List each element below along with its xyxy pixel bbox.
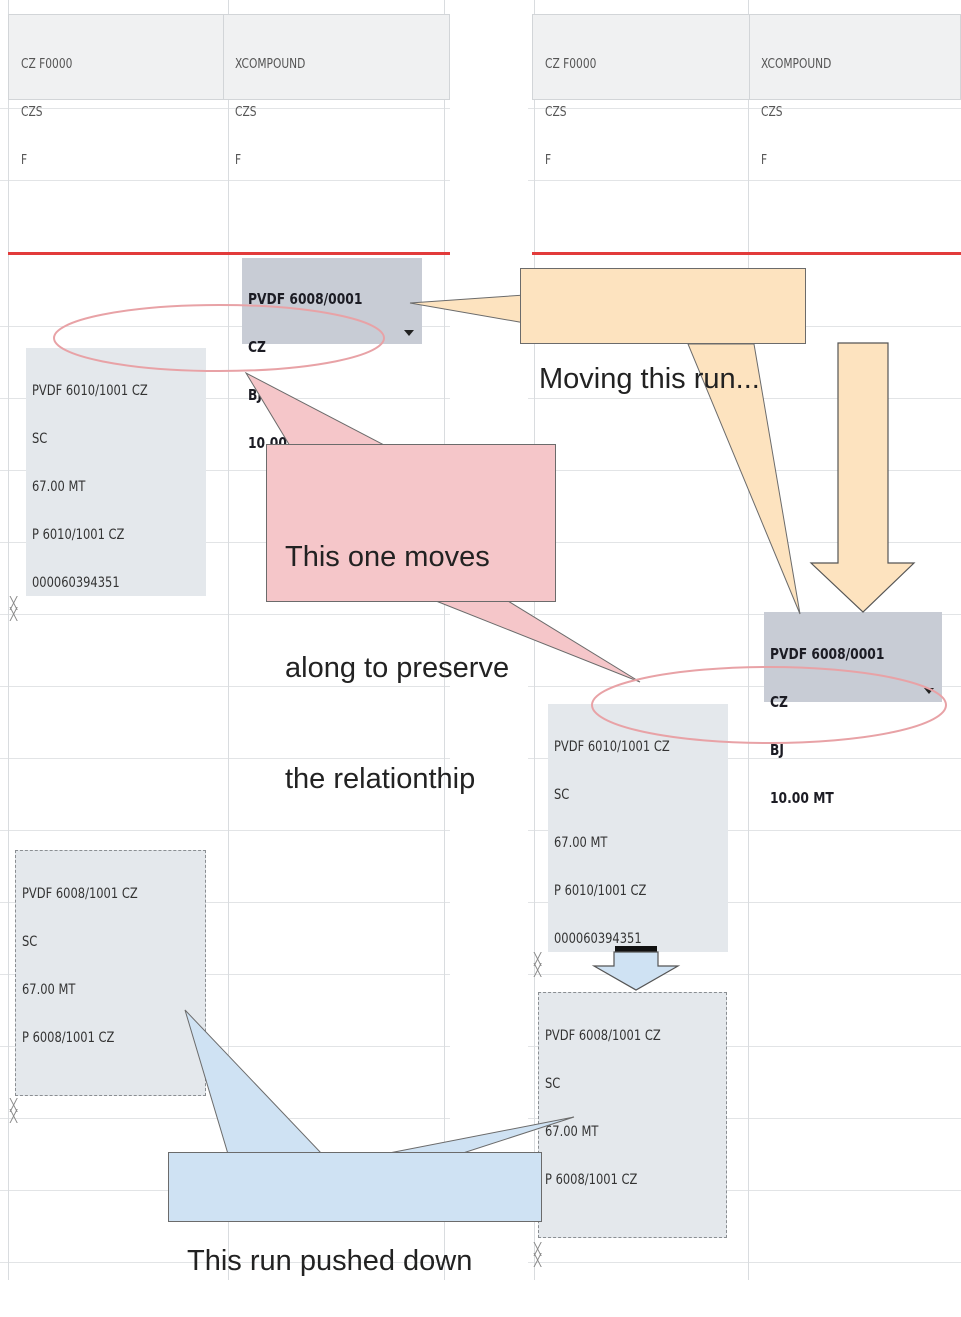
callout-pointer xyxy=(184,1009,324,1155)
callout-moving-run: Moving this run... xyxy=(520,268,806,395)
callout-moves-along: This one moves along to preserve the rel… xyxy=(266,444,556,795)
highlight-ellipse xyxy=(53,304,385,372)
callout-pointer xyxy=(383,1116,575,1155)
callout-text: the relationthip xyxy=(285,763,476,795)
callout-text: This run pushed down xyxy=(187,1245,473,1277)
down-arrow-icon xyxy=(809,342,916,613)
callout-pointer xyxy=(244,371,387,447)
callout-text: along to preserve xyxy=(285,652,510,684)
push-down-arrow-icon xyxy=(591,951,681,991)
callout-text: This one moves xyxy=(285,541,490,573)
callout-pointer xyxy=(409,294,526,324)
push-indicator-bar xyxy=(615,946,657,952)
callout-pushed-down: This run pushed down xyxy=(168,1152,542,1277)
highlight-ellipse xyxy=(591,666,947,744)
callout-text: Moving this run... xyxy=(539,363,760,395)
